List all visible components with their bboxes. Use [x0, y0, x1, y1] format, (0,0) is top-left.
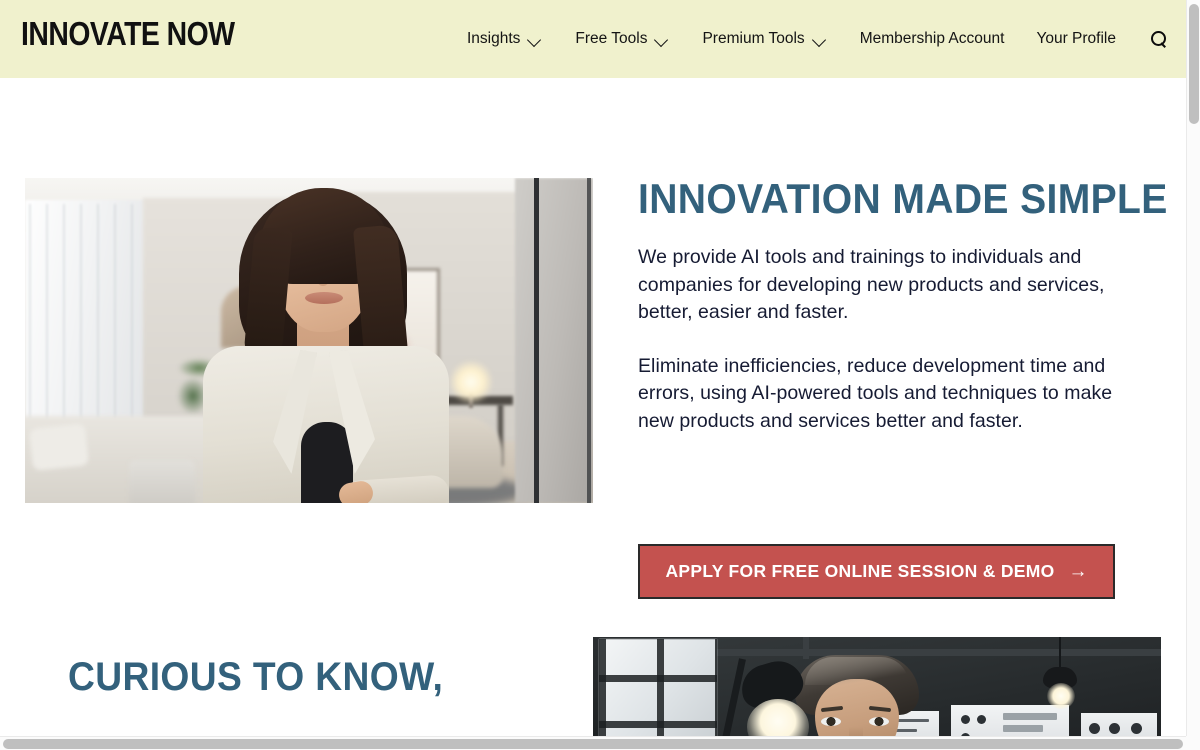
- hero-person: [201, 186, 451, 503]
- chevron-down-icon: [654, 32, 670, 48]
- page-root: INNOVATE NOW Insights Free Tools Premium…: [0, 0, 1200, 750]
- nav-item-label: Insights: [466, 30, 521, 48]
- search-button[interactable]: [1132, 0, 1172, 78]
- nav-item-insights[interactable]: Insights: [451, 0, 559, 78]
- section-two-image: [593, 637, 1161, 736]
- nav-item-label: Your Profile: [1036, 30, 1116, 48]
- brand-logo[interactable]: INNOVATE NOW: [21, 17, 235, 50]
- hero-paragraph-2: Eliminate inefficiencies, reduce develop…: [638, 354, 1113, 432]
- nav-item-membership-account[interactable]: Membership Account: [844, 0, 1021, 78]
- vertical-scrollbar-thumb[interactable]: [1189, 4, 1199, 124]
- section-two-photo-illustration: [593, 637, 1161, 736]
- section-two: CURIOUS TO KNOW,: [0, 560, 1186, 736]
- hero-paragraph-1: We provide AI tools and trainings to ind…: [638, 246, 1105, 323]
- browser-viewport: INNOVATE NOW Insights Free Tools Premium…: [0, 0, 1186, 736]
- chevron-down-icon: [527, 32, 543, 48]
- hero-copy: INNOVATION MADE SIMPLE We provide AI too…: [638, 175, 1168, 599]
- chevron-down-icon: [812, 32, 828, 48]
- nav-item-label: Premium Tools: [702, 30, 805, 48]
- nav-item-premium-tools[interactable]: Premium Tools: [686, 0, 843, 78]
- site-header: INNOVATE NOW Insights Free Tools Premium…: [0, 0, 1186, 78]
- nav-item-label: Free Tools: [575, 30, 648, 48]
- scrollbar-corner: [1186, 736, 1200, 750]
- horizontal-scrollbar[interactable]: [0, 736, 1200, 750]
- nav-item-your-profile[interactable]: Your Profile: [1020, 0, 1132, 78]
- hero-title: INNOVATION MADE SIMPLE: [638, 175, 1168, 222]
- vertical-scrollbar[interactable]: [1186, 0, 1200, 736]
- nav-item-free-tools[interactable]: Free Tools: [559, 0, 686, 78]
- hero-photo-illustration: [25, 178, 593, 503]
- nav-item-label: Membership Account: [859, 30, 1005, 48]
- section-two-title: CURIOUS TO KNOW,: [68, 655, 444, 699]
- hero-image: [25, 178, 593, 503]
- main-navigation: Insights Free Tools Premium Tools Member…: [451, 0, 1172, 78]
- search-icon: [1151, 31, 1167, 47]
- horizontal-scrollbar-thumb[interactable]: [3, 739, 1183, 749]
